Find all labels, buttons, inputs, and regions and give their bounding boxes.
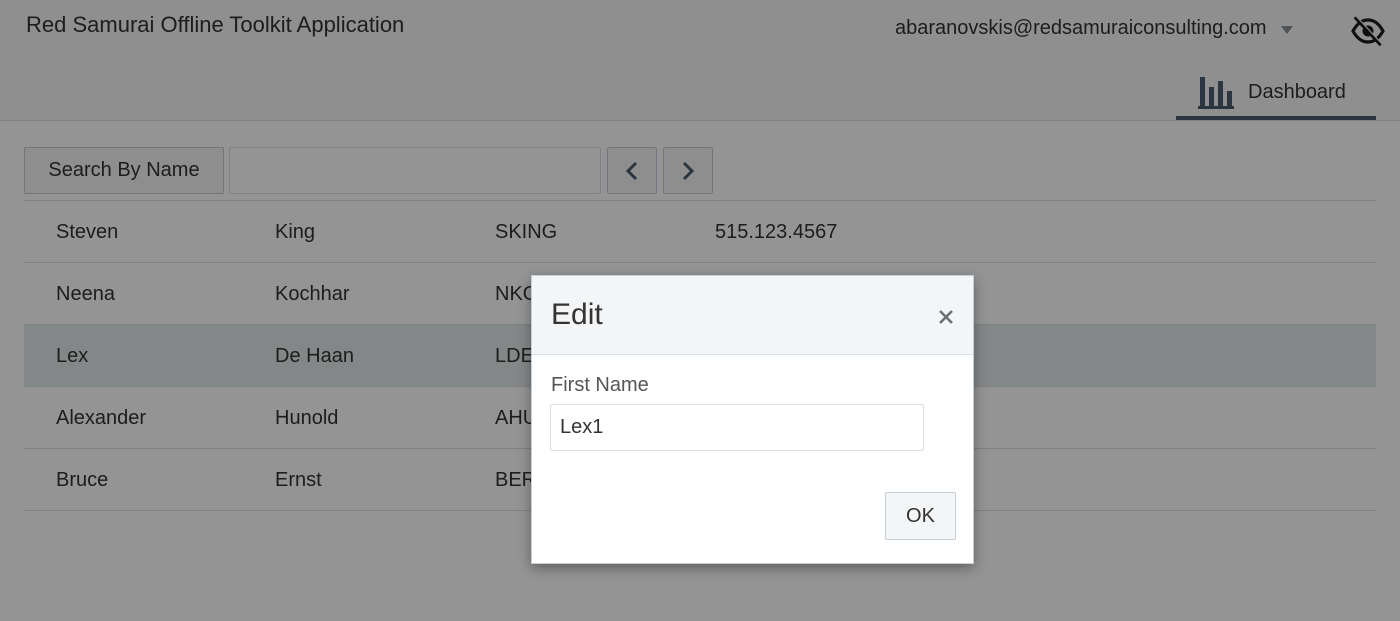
edit-dialog: Edit First Name OK [531, 275, 974, 564]
app-root: Red Samurai Offline Toolkit Application … [0, 0, 1400, 621]
close-button[interactable] [931, 304, 961, 330]
dialog-title: Edit [551, 298, 603, 331]
dialog-header: Edit [532, 276, 973, 355]
ok-button[interactable]: OK [885, 492, 956, 540]
first-name-field[interactable] [550, 404, 924, 451]
first-name-label: First Name [551, 374, 649, 396]
close-icon [939, 310, 953, 324]
